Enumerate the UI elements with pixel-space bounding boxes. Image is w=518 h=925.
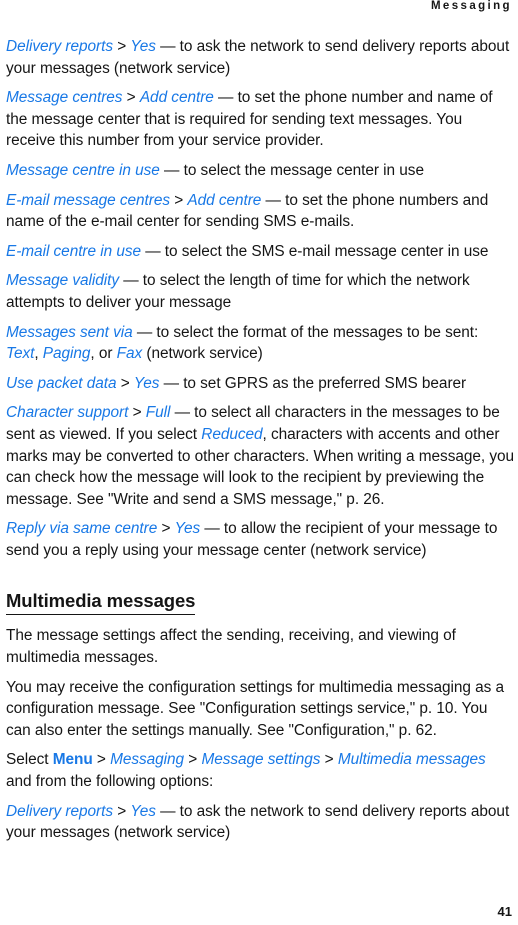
setting-term: Full (145, 404, 171, 422)
setting-term: E-mail centre in use (6, 242, 142, 260)
paragraph: E-mail message centres > Add centre — to… (6, 190, 514, 233)
setting-term: E-mail message centres (6, 191, 170, 209)
section-heading: Multimedia messages (6, 589, 195, 616)
body-text: , or (90, 345, 117, 363)
paragraph: Delivery reports > Yes — to ask the netw… (6, 36, 514, 79)
paragraph: Use packet data > Yes — to set GPRS as t… (6, 373, 514, 395)
body-text: — to select the SMS e-mail message cente… (141, 242, 489, 260)
body-text: — to select the format of the messages t… (132, 323, 479, 341)
setting-term: Yes (130, 802, 156, 820)
paragraph: Select Menu > Messaging > Message settin… (6, 749, 514, 792)
body-text: The message settings affect the sending,… (6, 627, 456, 667)
paragraph: Message centre in use — to select the me… (6, 160, 514, 182)
running-head: Messaging (430, 0, 512, 12)
body-text: > (128, 404, 146, 422)
body-text: — to set GPRS as the preferred SMS beare… (159, 374, 467, 392)
body-text: > (320, 751, 338, 769)
menu-term: Menu (52, 751, 93, 769)
body-text: > (112, 802, 131, 820)
setting-term: Messages sent via (6, 323, 133, 341)
body-text: Select (6, 751, 53, 769)
setting-term: Character support (6, 404, 129, 422)
paragraph: Reply via same centre > Yes — to allow t… (6, 518, 514, 561)
body-text: > (116, 374, 134, 392)
body-text: > (169, 191, 188, 209)
setting-term: Delivery reports (6, 38, 113, 55)
setting-term: Message validity (6, 272, 119, 290)
paragraph: E-mail centre in use — to select the SMS… (6, 241, 514, 263)
setting-term: Multimedia messages (337, 751, 486, 769)
body-text: (network service) (142, 345, 263, 363)
setting-term: Add centre (187, 191, 262, 209)
setting-term: Paging (42, 345, 91, 363)
setting-term: Reply via same centre (6, 520, 158, 538)
manual-page: Messaging Delivery reports > Yes — to as… (0, 0, 518, 925)
setting-term: Delivery reports (6, 802, 113, 820)
paragraph: Message centres > Add centre — to set th… (6, 87, 514, 152)
page-content: Delivery reports > Yes — to ask the netw… (6, 36, 514, 852)
setting-term: Reduced (201, 425, 263, 443)
page-number: 41 (497, 904, 512, 919)
setting-term: Yes (130, 38, 156, 55)
setting-term: Text (6, 345, 35, 363)
setting-term: Yes (174, 520, 201, 538)
paragraph: Delivery reports > Yes — to ask the netw… (6, 801, 514, 844)
body-text: > (157, 520, 175, 538)
setting-term: Message settings (201, 751, 321, 769)
setting-term: Use packet data (6, 374, 117, 392)
body-text: > (92, 751, 111, 769)
setting-term: Add centre (139, 89, 214, 107)
setting-term: Message centres (6, 89, 123, 107)
setting-term: Yes (133, 374, 160, 392)
body-text: > (184, 751, 202, 769)
paragraph: Message validity — to select the length … (6, 270, 514, 313)
setting-term: Message centre in use (6, 161, 160, 179)
paragraph: Messages sent via — to select the format… (6, 322, 514, 365)
paragraph: Character support > Full — to select all… (6, 402, 514, 510)
paragraph: You may receive the configuration settin… (6, 677, 514, 742)
body-text: You may receive the configuration settin… (6, 678, 505, 739)
body-text: , (34, 345, 43, 363)
body-text: and from the following options: (6, 773, 214, 791)
setting-term: Messaging (110, 751, 185, 769)
paragraph: The message settings affect the sending,… (6, 625, 514, 668)
body-text: — to select the message center in use (159, 161, 424, 179)
body-text: > (122, 89, 140, 107)
setting-term: Fax (116, 345, 143, 363)
body-text: > (112, 38, 131, 55)
